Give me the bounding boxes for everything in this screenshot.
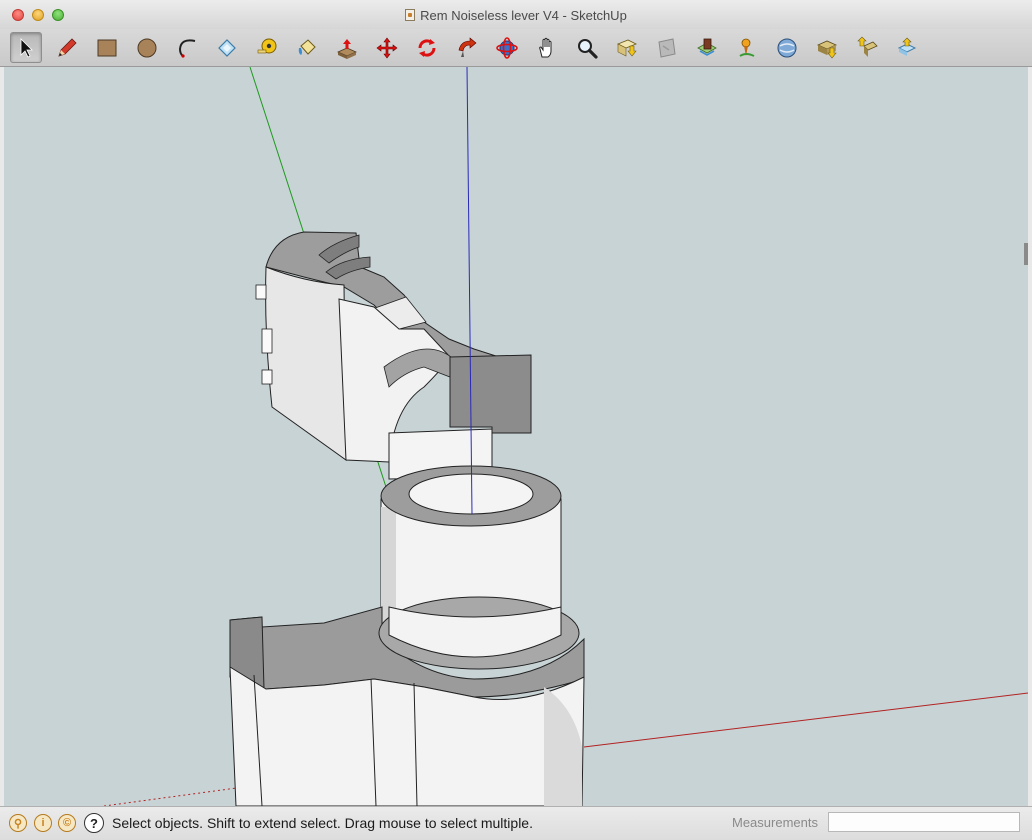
rotate-tool-button[interactable] — [411, 32, 443, 63]
zoom-extents-icon — [617, 39, 637, 56]
extension-warehouse-icon — [897, 37, 917, 56]
window-title-text: Rem Noiseless lever V4 - SketchUp — [420, 8, 627, 23]
previous-view-icon — [658, 37, 676, 58]
zoom-extents-tool-button[interactable] — [611, 32, 643, 63]
paint-bucket-tool-button[interactable] — [291, 32, 323, 63]
model-scene — [103, 67, 1028, 806]
eraser-icon — [218, 38, 236, 57]
follow-me-tool-button[interactable] — [451, 32, 483, 63]
lever-tab-1 — [255, 284, 267, 300]
warehouse-icon — [697, 38, 717, 56]
move-arrows-icon — [376, 37, 398, 58]
lever-tab-3 — [261, 369, 273, 385]
select-tool-button[interactable] — [10, 32, 42, 63]
tape-measure-icon — [257, 38, 277, 53]
circle-tool-button[interactable] — [131, 32, 163, 63]
rotate-icon — [418, 38, 436, 57]
push-pull-icon — [337, 38, 357, 59]
zoom-tool-button[interactable] — [571, 32, 603, 63]
share-model-icon — [817, 40, 837, 58]
eraser-tool-button[interactable] — [211, 32, 243, 63]
status-message: Select objects. Shift to extend select. … — [112, 815, 533, 831]
tape-measure-tool-button[interactable] — [251, 32, 283, 63]
lever-tab-2 — [261, 328, 273, 354]
toggle-terrain-tool-button[interactable] — [771, 32, 803, 63]
location-pin-icon — [739, 38, 755, 57]
cylinder-bore — [408, 473, 534, 515]
help-icon[interactable]: ? — [84, 813, 104, 833]
status-bar: ⚲ i © ? Select objects. Shift to extend … — [0, 806, 1032, 840]
lever-side-face — [265, 266, 347, 461]
rectangle-tool-button[interactable] — [91, 32, 123, 63]
credits-icon[interactable]: i — [34, 814, 52, 832]
arc-tool-button[interactable] — [171, 32, 203, 63]
measurements-label: Measurements — [732, 815, 818, 830]
push-pull-tool-button[interactable] — [331, 32, 363, 63]
pan-tool-button[interactable] — [531, 32, 563, 63]
get-models-tool-button[interactable] — [691, 32, 723, 63]
help-glyph: ? — [90, 815, 98, 831]
sketchup-window: Rem Noiseless lever V4 - SketchUp ⚲ i © … — [0, 0, 1032, 840]
paint-bucket-icon — [298, 38, 316, 55]
orbit-tool-button[interactable] — [491, 32, 523, 63]
hand-icon — [539, 37, 552, 57]
copyright-icon[interactable]: © — [58, 814, 76, 832]
globe-icon — [777, 38, 797, 57]
lever-right-block — [449, 354, 532, 434]
share-model-tool-button[interactable] — [811, 32, 843, 63]
circle-icon — [137, 38, 157, 57]
window-edge-handle[interactable] — [1024, 243, 1028, 265]
red-axis — [583, 692, 1028, 748]
add-location-tool-button[interactable] — [731, 32, 763, 63]
geo-location-icon[interactable]: ⚲ — [9, 814, 27, 832]
arrow-cursor-icon — [20, 37, 33, 58]
rectangle-icon — [97, 39, 117, 56]
upload-component-icon — [857, 36, 878, 57]
window-title: Rem Noiseless lever V4 - SketchUp — [0, 8, 1032, 23]
document-icon — [405, 9, 416, 21]
magnifier-icon — [578, 38, 598, 59]
title-bar: Rem Noiseless lever V4 - SketchUp — [0, 0, 1032, 29]
orbit-icon — [496, 36, 518, 59]
pencil-icon — [58, 37, 77, 57]
follow-me-icon — [458, 36, 477, 57]
previous-view-tool-button[interactable] — [651, 32, 683, 63]
red-axis-negative — [103, 786, 245, 806]
line-tool-button[interactable] — [51, 32, 83, 63]
model-viewport[interactable] — [4, 67, 1028, 806]
upload-component-tool-button[interactable] — [851, 32, 883, 63]
large-tool-set-toolbar — [0, 29, 1032, 67]
measurements-field[interactable] — [828, 812, 1020, 832]
extension-warehouse-tool-button[interactable] — [891, 32, 923, 63]
arc-icon — [178, 38, 196, 58]
move-tool-button[interactable] — [371, 32, 403, 63]
